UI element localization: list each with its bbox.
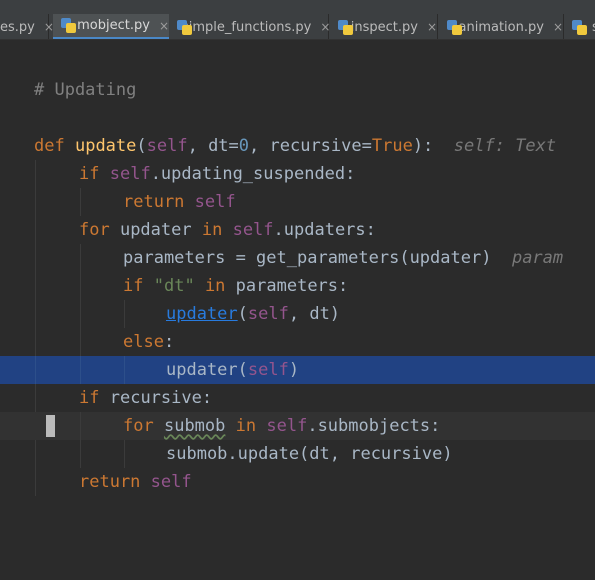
code-line[interactable]: for updater in self.updaters:	[0, 216, 595, 244]
keyword: def	[34, 136, 65, 156]
code-text: , dt)	[288, 304, 341, 324]
code-text: .updating_suspended:	[150, 164, 356, 184]
spelling-warning: submob	[163, 416, 226, 436]
code-line[interactable]: if recursive:	[0, 384, 595, 412]
code-editor[interactable]: # Updating def update(self, dt=0, recurs…	[0, 40, 595, 513]
parameter-hint: param	[511, 248, 564, 268]
selected-code-line[interactable]: updater(self)	[0, 356, 595, 384]
keyword: for	[79, 220, 110, 240]
current-code-line[interactable]: for submob in self.submobjects:	[0, 412, 595, 440]
code-text: parameters = get_parameters(updater)	[123, 248, 492, 268]
type-hint: self: Text	[453, 136, 557, 156]
self-keyword: self	[247, 360, 289, 380]
keyword: return	[123, 192, 185, 212]
code-text: :	[163, 332, 175, 352]
keyword: in	[204, 276, 226, 296]
string: "dt"	[153, 276, 195, 296]
self-keyword: self	[109, 164, 151, 184]
code-line[interactable]: return self	[0, 188, 595, 216]
keyword: else	[123, 332, 164, 352]
code-text: .updaters:	[273, 220, 376, 240]
number: 0	[238, 136, 250, 156]
function-link[interactable]: updater	[166, 304, 238, 324]
code-text: (	[136, 136, 147, 156]
code-text: updater(	[166, 360, 248, 380]
code-line[interactable]: submob.update(dt, recursive)	[0, 440, 595, 468]
code-line[interactable]: if self.updating_suspended:	[0, 160, 595, 188]
keyword: for	[123, 416, 154, 436]
code-line[interactable]: else:	[0, 328, 595, 356]
keyword: return	[79, 472, 141, 492]
code-line[interactable]: def update(self, dt=0, recursive=True): …	[0, 132, 595, 160]
code-line[interactable]: updater(self, dt)	[0, 300, 595, 328]
code-line[interactable]: return self	[0, 468, 595, 496]
function-name: update	[74, 136, 137, 156]
code-text: submob.update(dt, recursive)	[166, 444, 453, 464]
code-text: ):	[412, 136, 434, 156]
code-text: updater	[109, 220, 202, 240]
keyword: in	[201, 220, 223, 240]
keyword: True	[371, 136, 413, 156]
keyword: in	[235, 416, 257, 436]
code-line[interactable]: if "dt" in parameters:	[0, 272, 595, 300]
self-keyword: self	[232, 220, 274, 240]
code-text: .submobjects:	[307, 416, 441, 436]
text-caret	[46, 415, 55, 437]
self-keyword: self	[266, 416, 308, 436]
code-line-clipped	[0, 26, 595, 54]
code-text: (	[237, 304, 248, 324]
code-line[interactable]: parameters = get_parameters(updater) par…	[0, 244, 595, 272]
keyword: if	[79, 164, 100, 184]
self-keyword: self	[150, 472, 192, 492]
comment: # Updating	[34, 80, 137, 100]
keyword: if	[79, 388, 100, 408]
keyword: if	[123, 276, 144, 296]
code-text: recursive:	[109, 388, 213, 408]
self-keyword: self	[146, 136, 188, 156]
code-text: )	[288, 360, 300, 380]
self-keyword: self	[247, 304, 289, 324]
code-text: , dt=	[187, 136, 239, 156]
code-text: parameters:	[235, 276, 349, 296]
code-line[interactable]: # Updating	[0, 76, 595, 104]
self-keyword: self	[194, 192, 236, 212]
code-text: , recursive=	[249, 136, 372, 156]
